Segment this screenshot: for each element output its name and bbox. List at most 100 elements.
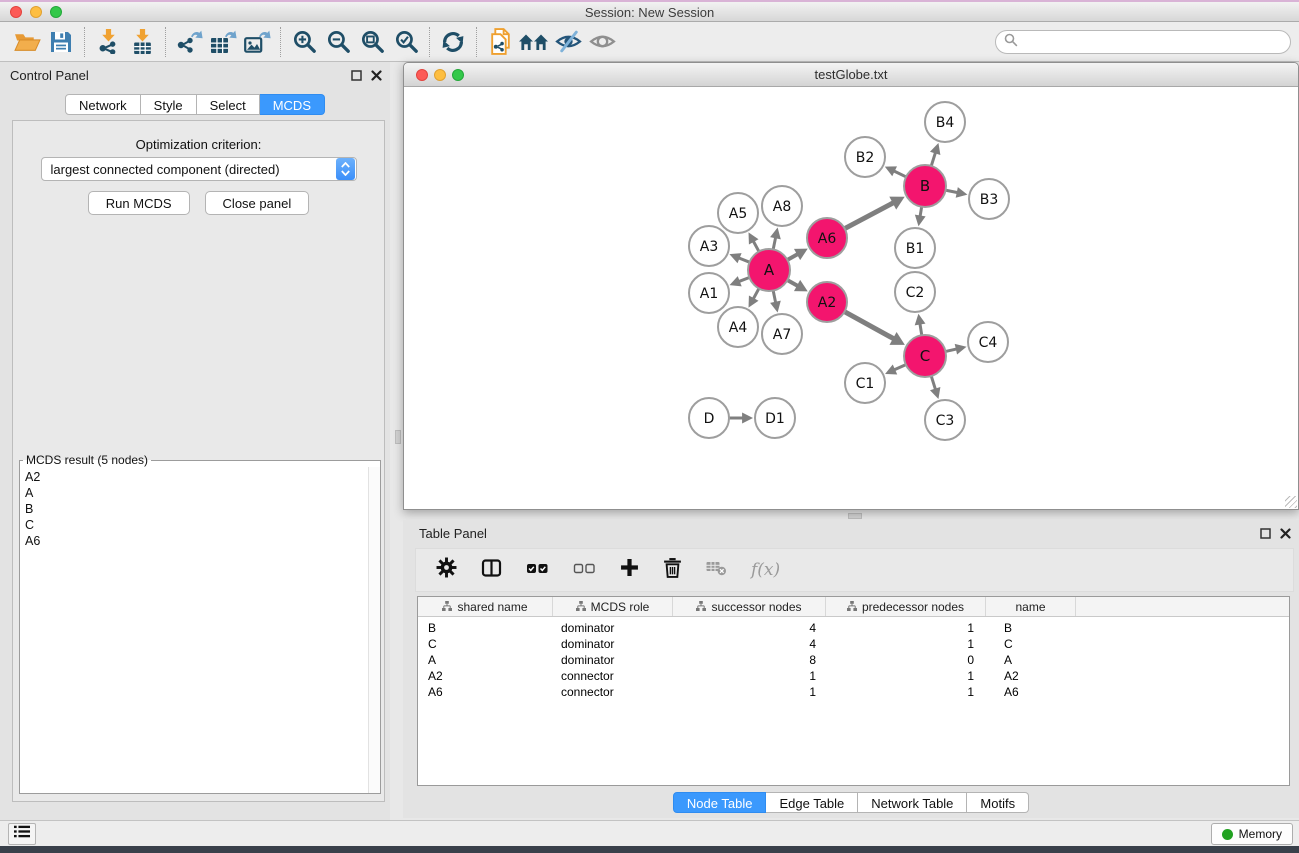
eye-icon[interactable]: [585, 26, 619, 58]
table-row[interactable]: A2connector11A2: [418, 668, 1289, 684]
refresh-layout-icon[interactable]: [436, 26, 470, 58]
graph-node-C3[interactable]: [925, 400, 965, 440]
search-field[interactable]: [995, 30, 1291, 54]
add-column-icon[interactable]: [620, 558, 639, 582]
table-settings-gear-icon[interactable]: [436, 557, 457, 583]
import-network-icon[interactable]: [91, 26, 125, 58]
tab-style[interactable]: Style: [141, 94, 197, 115]
float-panel-icon[interactable]: [351, 68, 362, 86]
tab-select[interactable]: Select: [197, 94, 260, 115]
close-panel-icon[interactable]: [371, 68, 382, 86]
network-window-titlebar[interactable]: testGlobe.txt: [404, 63, 1298, 87]
graph-node-B1[interactable]: [895, 228, 935, 268]
graph-node-D[interactable]: [689, 398, 729, 438]
table-body: Bdominator41BCdominator41CAdominator80AA…: [418, 617, 1289, 700]
graph-node-A1[interactable]: [689, 273, 729, 313]
search-input[interactable]: [1023, 35, 1282, 49]
home-views-icon[interactable]: [517, 26, 551, 58]
table-cell: A: [418, 652, 553, 668]
float-panel-icon[interactable]: [1260, 526, 1271, 544]
control-panel-title: Control Panel: [10, 68, 89, 83]
column-header-predecessor-nodes[interactable]: predecessor nodes: [826, 597, 986, 616]
eye-slash-icon[interactable]: [551, 26, 585, 58]
export-network-icon[interactable]: [172, 26, 206, 58]
column-header-name[interactable]: name: [986, 597, 1076, 616]
network-canvas[interactable]: B4B2BB3A8A5A6A3B1AA1C2A2A4A7C4CC1C3DD1: [404, 88, 1298, 509]
zoom-selected-icon[interactable]: [389, 26, 423, 58]
graph-node-B4[interactable]: [925, 102, 965, 142]
show-columns-icon[interactable]: [481, 558, 502, 583]
export-image-icon[interactable]: [240, 26, 274, 58]
select-all-columns-icon[interactable]: [526, 561, 549, 579]
graph-node-C1[interactable]: [845, 363, 885, 403]
tab-mcds[interactable]: MCDS: [260, 94, 325, 115]
graph-node-A4[interactable]: [718, 307, 758, 347]
close-panel-icon[interactable]: [1280, 526, 1291, 544]
export-table-icon[interactable]: [206, 26, 240, 58]
import-table-icon[interactable]: [125, 26, 159, 58]
network-window-title: testGlobe.txt: [404, 67, 1298, 82]
clone-network-icon[interactable]: [483, 26, 517, 58]
graph-node-A7[interactable]: [762, 314, 802, 354]
table-cell: B: [986, 620, 1076, 636]
tab-network[interactable]: Network: [65, 94, 141, 115]
graph-node-A5[interactable]: [718, 193, 758, 233]
tab-node-table[interactable]: Node Table: [673, 792, 767, 813]
vertical-splitter-handle[interactable]: [395, 430, 401, 444]
graph-node-B2[interactable]: [845, 137, 885, 177]
graph-node-A8[interactable]: [762, 186, 802, 226]
function-builder-icon: f(x): [751, 560, 780, 580]
tab-edge-table[interactable]: Edge Table: [766, 792, 858, 813]
deselect-all-columns-icon[interactable]: [573, 561, 596, 579]
zoom-in-icon[interactable]: [287, 26, 321, 58]
table-row[interactable]: Bdominator41B: [418, 620, 1289, 636]
zoom-fit-icon[interactable]: [355, 26, 389, 58]
window-resize-grip[interactable]: [1285, 496, 1297, 508]
table-cell: A2: [986, 668, 1076, 684]
graph-node-B[interactable]: [904, 165, 946, 207]
table-row[interactable]: A6connector11A6: [418, 684, 1289, 700]
table-cell: dominator: [553, 636, 673, 652]
graph-node-A[interactable]: [748, 249, 790, 291]
zoom-out-icon[interactable]: [321, 26, 355, 58]
result-item[interactable]: B: [21, 501, 367, 517]
graph-node-A2[interactable]: [807, 282, 847, 322]
control-panel: Control Panel NetworkStyleSelectMCDS Opt…: [0, 62, 390, 820]
table-row[interactable]: Adominator80A: [418, 652, 1289, 668]
delete-column-icon[interactable]: [663, 557, 682, 583]
result-item[interactable]: C: [21, 517, 367, 533]
toolbar-separator: [280, 27, 281, 57]
graph-node-A6[interactable]: [807, 218, 847, 258]
run-mcds-button[interactable]: Run MCDS: [88, 191, 190, 215]
graph-node-C4[interactable]: [968, 322, 1008, 362]
task-history-button[interactable]: [8, 823, 36, 845]
graph-node-C[interactable]: [904, 335, 946, 377]
close-panel-button[interactable]: Close panel: [205, 191, 310, 215]
result-scrollbar[interactable]: [368, 467, 380, 793]
column-header-shared-name[interactable]: shared name: [418, 597, 553, 616]
horizontal-splitter-handle[interactable]: [848, 513, 862, 519]
table-cell: 1: [826, 668, 986, 684]
tab-motifs[interactable]: Motifs: [967, 792, 1029, 813]
graph-node-C2[interactable]: [895, 272, 935, 312]
open-session-icon[interactable]: [10, 26, 44, 58]
graph-arrowhead: [930, 387, 940, 399]
criterion-select[interactable]: largest connected component (directed): [41, 157, 357, 181]
table-cell: 1: [673, 684, 826, 700]
graph-node-D1[interactable]: [755, 398, 795, 438]
column-header-successor-nodes[interactable]: successor nodes: [673, 597, 826, 616]
column-header-mcds-role[interactable]: MCDS role: [553, 597, 673, 616]
table-cell: A: [986, 652, 1076, 668]
table-cell: 1: [673, 668, 826, 684]
graph-edge-B-B3: [945, 190, 958, 193]
graph-node-A3[interactable]: [689, 226, 729, 266]
table-row[interactable]: Cdominator41C: [418, 636, 1289, 652]
result-item[interactable]: A2: [21, 469, 367, 485]
tab-network-table[interactable]: Network Table: [858, 792, 967, 813]
result-item[interactable]: A6: [21, 533, 367, 549]
graph-node-B3[interactable]: [969, 179, 1009, 219]
memory-label: Memory: [1239, 827, 1282, 841]
memory-button[interactable]: Memory: [1211, 823, 1293, 845]
result-item[interactable]: A: [21, 485, 367, 501]
save-session-icon[interactable]: [44, 26, 78, 58]
